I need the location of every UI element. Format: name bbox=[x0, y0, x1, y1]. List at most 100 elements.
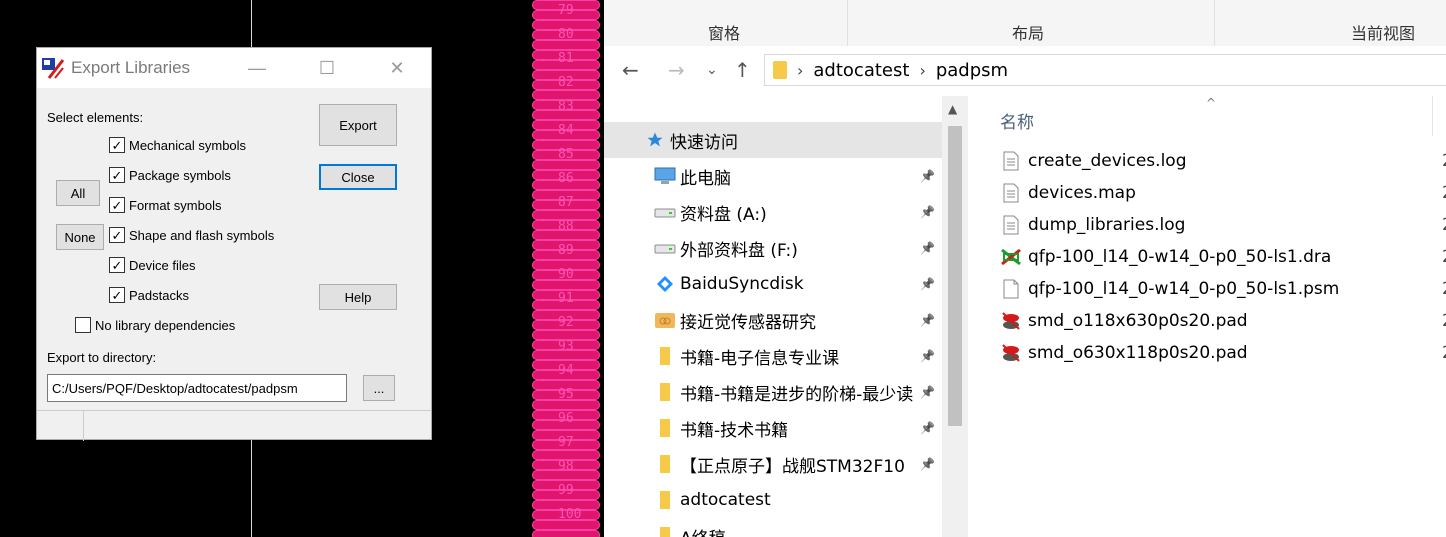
all-button[interactable]: All bbox=[56, 180, 100, 206]
minimize-icon[interactable]: — bbox=[237, 54, 277, 82]
pcb-pin-number: 99 bbox=[558, 483, 574, 498]
nav-item[interactable]: 书籍-技术书籍 📌 bbox=[604, 410, 942, 446]
nav-item[interactable]: 外部资料盘 (F:) 📌 bbox=[604, 230, 942, 266]
nav-item[interactable]: adtocatest bbox=[604, 482, 942, 518]
pcb-pin-number: 80 bbox=[558, 27, 574, 42]
ribbon-group-layout: 布局 bbox=[848, 0, 1215, 46]
pin-icon[interactable]: 📌 bbox=[920, 457, 935, 471]
export-directory-input[interactable] bbox=[47, 374, 347, 402]
export-libraries-dialog: Export Libraries — ☐ ✕ Select elements: … bbox=[36, 47, 432, 441]
no-library-dependencies-checkbox[interactable]: No library dependencies bbox=[75, 317, 235, 333]
pcb-pin-number: 93 bbox=[558, 339, 574, 354]
checkbox-box[interactable]: ✓ bbox=[109, 137, 125, 153]
column-header-name[interactable]: 名称 bbox=[1000, 108, 1034, 133]
close-button[interactable]: Close bbox=[319, 164, 397, 190]
breadcrumb-item[interactable]: adtocatest bbox=[813, 60, 909, 81]
ribbon-label-pane[interactable]: 窗格 bbox=[708, 20, 740, 44]
pcb-pin-number: 84 bbox=[558, 123, 574, 138]
pin-icon[interactable]: 📌 bbox=[920, 313, 935, 327]
help-button[interactable]: Help bbox=[319, 284, 397, 310]
folder-icon bbox=[654, 525, 676, 537]
checkbox-box[interactable]: ✓ bbox=[109, 167, 125, 183]
checkbox-box[interactable]: ✓ bbox=[109, 197, 125, 213]
folder-icon bbox=[654, 381, 676, 403]
pcb-pin-number: 82 bbox=[558, 75, 574, 90]
ribbon-label-current-view[interactable]: 当前视图 bbox=[1351, 20, 1415, 44]
nav-item[interactable]: 快速访问 bbox=[604, 122, 942, 158]
pin-icon[interactable]: 📌 bbox=[920, 169, 935, 183]
pcb-pin-number: 81 bbox=[558, 51, 574, 66]
element-checkbox[interactable]: ✓ Padstacks bbox=[109, 287, 189, 303]
pcb-pin-number: 94 bbox=[558, 363, 574, 378]
nav-item[interactable]: 接近觉传感器研究 📌 bbox=[604, 302, 942, 338]
nav-item[interactable]: A终稿 bbox=[604, 518, 942, 537]
ribbon: 窗格 布局 当前视图 bbox=[604, 0, 1446, 47]
nav-item[interactable]: 此电脑 📌 bbox=[604, 158, 942, 194]
up-arrow-icon[interactable]: ↑ bbox=[734, 58, 751, 82]
nav-item[interactable]: 资料盘 (A:) 📌 bbox=[604, 194, 942, 230]
text-file-icon bbox=[1000, 150, 1022, 172]
file-list-item[interactable]: qfp-100_l14_0-w14_0-p0_50-ls1.psm 2 bbox=[1000, 274, 1446, 304]
breadcrumb[interactable]: › adtocatest › padpsm bbox=[764, 54, 1446, 86]
column-separator[interactable] bbox=[1432, 96, 1433, 136]
export-button[interactable]: Export bbox=[319, 104, 397, 146]
nav-item[interactable]: 【正点原子】战舰STM32F10 📌 bbox=[604, 446, 942, 482]
file-date: 2 bbox=[1442, 151, 1446, 171]
pcb-pin-number: 98 bbox=[558, 459, 574, 474]
file-list-item[interactable]: create_devices.log 2 bbox=[1000, 146, 1446, 176]
checkbox-label: Mechanical symbols bbox=[129, 137, 247, 153]
pin-icon[interactable]: 📌 bbox=[920, 241, 935, 255]
ribbon-group-current-view: 当前视图 bbox=[1215, 0, 1446, 46]
element-checkbox[interactable]: ✓ Format symbols bbox=[109, 197, 221, 213]
close-window-icon[interactable]: ✕ bbox=[377, 54, 417, 82]
element-checkbox[interactable]: ✓ Mechanical symbols bbox=[109, 137, 246, 153]
breadcrumb-separator-icon[interactable]: › bbox=[919, 61, 925, 80]
checkbox-box[interactable] bbox=[75, 317, 91, 333]
element-checkbox[interactable]: ✓ Device files bbox=[109, 257, 195, 273]
pin-icon[interactable]: 📌 bbox=[920, 205, 935, 219]
checkbox-box[interactable]: ✓ bbox=[109, 227, 125, 243]
file-list-item[interactable]: smd_o630x118p0s20.pad 2 bbox=[1000, 338, 1446, 368]
checkbox-box[interactable]: ✓ bbox=[109, 257, 125, 273]
checkbox-label: Padstacks bbox=[129, 287, 189, 303]
chevron-down-icon[interactable]: ⌄ bbox=[706, 62, 718, 78]
nav-item[interactable]: BaiduSyncdisk 📌 bbox=[604, 266, 942, 302]
checkbox-label: Format symbols bbox=[129, 197, 222, 213]
pin-icon[interactable]: 📌 bbox=[920, 385, 935, 399]
none-button[interactable]: None bbox=[56, 224, 104, 250]
breadcrumb-item[interactable]: padpsm bbox=[936, 60, 1008, 81]
computer-icon bbox=[654, 165, 676, 187]
sort-up-icon: ^ bbox=[1206, 96, 1217, 110]
baidu-icon bbox=[654, 273, 676, 295]
forward-arrow-icon[interactable]: → bbox=[668, 58, 685, 82]
scrollbar-thumb[interactable] bbox=[948, 126, 962, 426]
checkbox-label: Device files bbox=[129, 257, 196, 273]
file-list-item[interactable]: qfp-100_l14_0-w14_0-p0_50-ls1.dra 2 bbox=[1000, 242, 1446, 272]
navigation-scrollbar[interactable]: ▲ bbox=[942, 96, 968, 537]
file-list-pane: 名称 ^ create_devices.log2devices.map2dump… bbox=[970, 96, 1446, 537]
dra-file-icon bbox=[1000, 246, 1022, 268]
element-checkbox[interactable]: ✓ Package symbols bbox=[109, 167, 231, 183]
file-list-item[interactable]: smd_o118x630p0s20.pad 2 bbox=[1000, 306, 1446, 336]
file-name: devices.map bbox=[1028, 183, 1136, 203]
browse-button[interactable]: ... bbox=[363, 375, 395, 401]
breadcrumb-separator-icon[interactable]: › bbox=[797, 61, 803, 80]
back-arrow-icon[interactable]: ← bbox=[622, 58, 639, 82]
column-header-label: 名称 bbox=[1000, 113, 1034, 133]
maximize-icon[interactable]: ☐ bbox=[307, 54, 347, 82]
ribbon-label-layout[interactable]: 布局 bbox=[1012, 20, 1044, 44]
nav-item[interactable]: 书籍-电子信息专业课 📌 bbox=[604, 338, 942, 374]
file-date: 2 bbox=[1442, 247, 1446, 267]
scroll-up-icon[interactable]: ▲ bbox=[948, 102, 957, 116]
nav-item-label: BaiduSyncdisk bbox=[680, 274, 804, 294]
file-list-item[interactable]: devices.map 2 bbox=[1000, 178, 1446, 208]
pin-icon[interactable]: 📌 bbox=[920, 277, 935, 291]
element-checkbox[interactable]: ✓ Shape and flash symbols bbox=[109, 227, 274, 243]
checkbox-box[interactable]: ✓ bbox=[109, 287, 125, 303]
pin-icon[interactable]: 📌 bbox=[920, 421, 935, 435]
file-list-item[interactable]: dump_libraries.log 2 bbox=[1000, 210, 1446, 240]
pad-file-icon bbox=[1000, 342, 1022, 364]
pcb-pad bbox=[532, 530, 600, 537]
pin-icon[interactable]: 📌 bbox=[920, 349, 935, 363]
nav-item[interactable]: 书籍-书籍是进步的阶梯-最少读 📌 bbox=[604, 374, 942, 410]
